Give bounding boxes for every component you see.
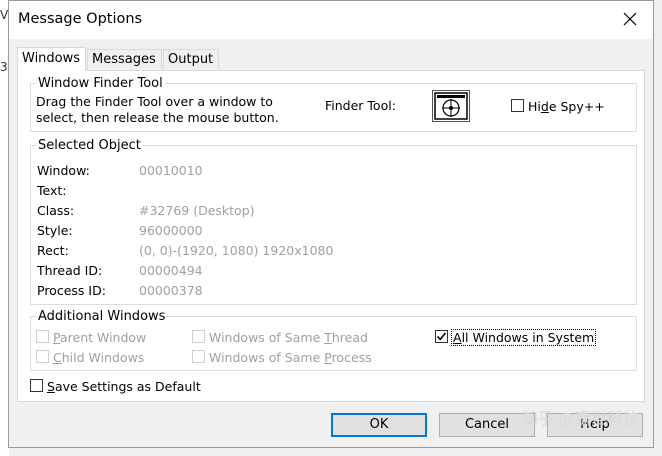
label-part: rocess	[331, 350, 372, 365]
tab-windows[interactable]: Windows	[17, 47, 86, 71]
label-part: Windows of Same	[209, 350, 325, 365]
label-part: arent Window	[59, 330, 147, 345]
all-windows-checkbox[interactable]	[435, 330, 448, 343]
access-key: T	[324, 330, 332, 345]
label-part: Windows of Same	[209, 330, 325, 345]
all-windows-label[interactable]: All Windows in System	[451, 329, 597, 346]
label-part: Hi	[528, 99, 541, 114]
label-part: hread	[331, 330, 368, 345]
same-thread-label[interactable]: Windows of Same Thread	[209, 330, 368, 345]
access-key: P	[324, 350, 332, 365]
label-part: ll Windows in System	[461, 330, 595, 345]
style-value: 96000000	[139, 223, 203, 238]
finder-tool-label: Finder Tool:	[325, 98, 396, 113]
rect-value: (0, 0)-(1920, 1080) 1920x1080	[139, 243, 334, 258]
save-settings-checkbox[interactable]	[30, 379, 43, 392]
same-process-checkbox[interactable]	[192, 350, 205, 363]
parent-window-checkbox[interactable]	[36, 330, 49, 343]
watermark-text: 知乎 @赢世科技	[521, 409, 639, 428]
style-label: Style:	[37, 223, 73, 238]
window-handle-value: 00010010	[139, 163, 203, 178]
access-key: d	[540, 99, 549, 114]
finder-description-line2: select, then release the mouse button.	[36, 110, 279, 125]
access-key: A	[453, 330, 462, 345]
additional-windows-group-title: Additional Windows	[38, 309, 166, 324]
process-id-label: Process ID:	[37, 283, 106, 298]
child-windows-label[interactable]: Child Windows	[53, 350, 144, 365]
selected-object-group-title: Selected Object	[38, 138, 141, 153]
windows-tab-panel: Window Finder Tool Drag the Finder Tool …	[17, 70, 645, 402]
title-bar[interactable]: Message Options	[9, 1, 653, 39]
text-label: Text:	[37, 183, 67, 198]
save-settings-label[interactable]: Save Settings as Default	[47, 379, 201, 394]
cancel-button[interactable]: Cancel	[439, 413, 535, 437]
ok-button[interactable]: OK	[331, 413, 427, 437]
hide-spy-label[interactable]: Hide Spy++	[528, 99, 605, 114]
close-button[interactable]	[617, 6, 643, 32]
thread-id-value: 00000494	[139, 263, 203, 278]
finder-tool-group-title: Window Finder Tool	[38, 76, 163, 91]
tab-messages[interactable]: Messages	[87, 49, 162, 69]
message-options-dialog: Message Options Windows Messages Output …	[8, 0, 654, 448]
child-windows-checkbox[interactable]	[36, 350, 49, 363]
same-process-label[interactable]: Windows of Same Process	[209, 350, 372, 365]
finder-description-line1: Drag the Finder Tool over a window to	[36, 94, 273, 109]
label-part: ave Settings as Default	[54, 379, 201, 394]
rect-label: Rect:	[37, 243, 69, 258]
label-part: hild Windows	[61, 350, 145, 365]
close-icon	[623, 12, 637, 26]
hide-spy-checkbox[interactable]	[511, 99, 524, 112]
finder-tool-target[interactable]	[432, 90, 470, 122]
dialog-title: Message Options	[18, 11, 143, 27]
window-handle-label: Window:	[37, 163, 90, 178]
access-key: C	[53, 350, 62, 365]
checkmark-icon	[436, 332, 447, 341]
access-key: P	[53, 330, 60, 345]
tab-output[interactable]: Output	[163, 49, 219, 69]
selected-object-group: Selected Object	[30, 138, 637, 305]
access-key: S	[47, 379, 55, 394]
parent-window-label[interactable]: Parent Window	[53, 330, 146, 345]
thread-id-label: Thread ID:	[37, 263, 103, 278]
crosshair-target-icon	[434, 92, 468, 120]
process-id-value: 00000378	[139, 283, 203, 298]
same-thread-checkbox[interactable]	[192, 330, 205, 343]
label-part: e Spy++	[548, 99, 605, 114]
class-value: #32769 (Desktop)	[139, 203, 255, 218]
class-label: Class:	[37, 203, 75, 218]
